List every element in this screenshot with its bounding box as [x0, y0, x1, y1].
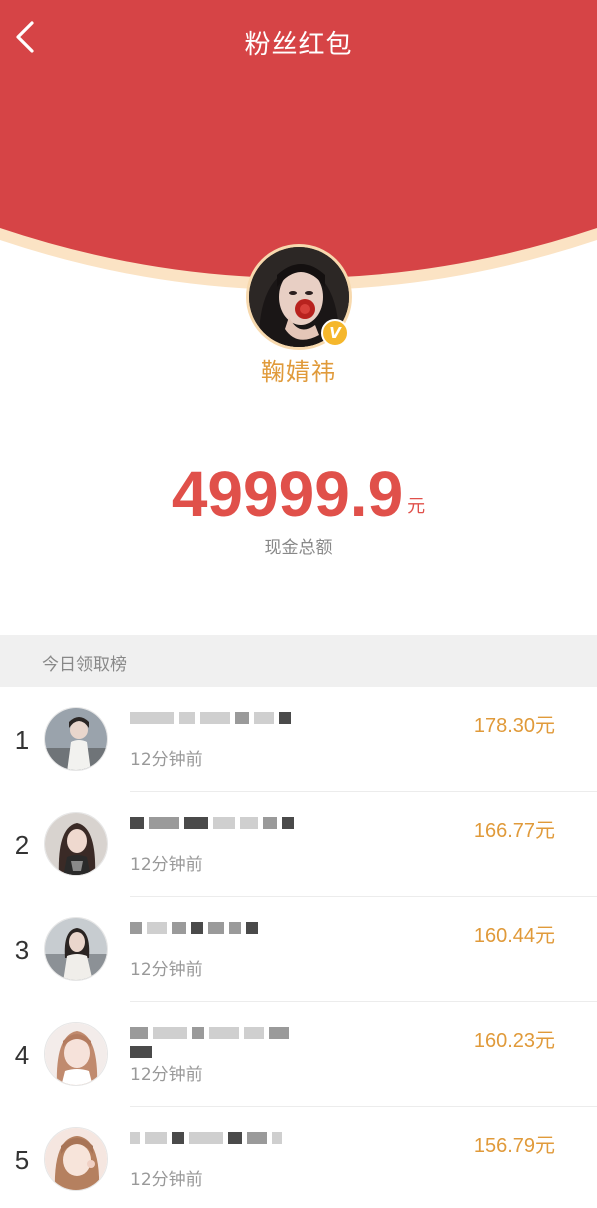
cash-total-label: 现金总额: [264, 538, 333, 558]
list-item[interactable]: 3 12分钟前 160.44元: [0, 897, 597, 1002]
avatar[interactable]: [44, 1022, 108, 1086]
rank-number: 5: [14, 1145, 30, 1175]
claim-time: 12分钟前: [130, 1170, 203, 1190]
rank-number: 4: [14, 1040, 30, 1070]
avatar-image: [45, 813, 107, 875]
list-item[interactable]: 4 12分钟前 160.23元: [0, 1002, 597, 1107]
claim-amount: 156.79元: [473, 1135, 555, 1157]
masked-username: [130, 917, 320, 941]
list-item[interactable]: 1 12分钟前 178.30元: [0, 687, 597, 792]
cash-total-amount: 49999.9: [171, 458, 404, 530]
avatar-image: [45, 708, 107, 770]
avatar[interactable]: [44, 812, 108, 876]
avatar[interactable]: [44, 707, 108, 771]
rank-number: 1: [14, 725, 30, 755]
rank-number: 3: [14, 935, 30, 965]
avatar-image: [45, 1128, 107, 1190]
claim-time: 12分钟前: [130, 960, 203, 980]
masked-username: [130, 1127, 320, 1151]
cash-amount-row: 49999.9 元: [0, 462, 597, 526]
masked-username: [130, 1022, 320, 1058]
claim-amount: 160.44元: [473, 925, 555, 947]
cash-unit: 元: [407, 496, 426, 517]
avatar[interactable]: [44, 917, 108, 981]
claim-time: 12分钟前: [130, 1065, 203, 1085]
claim-amount: 166.77元: [473, 820, 555, 842]
claim-time: 12分钟前: [130, 750, 203, 770]
leaderboard-header: 今日领取榜: [0, 635, 597, 687]
list-item[interactable]: 2 12分钟前 166.77元: [0, 792, 597, 897]
claim-time: 12分钟前: [130, 855, 203, 875]
claim-amount: 160.23元: [473, 1030, 555, 1052]
leaderboard-list: 1 12分钟前 178.30元 2 12分钟前 166.77元 3 12分钟前 …: [0, 687, 597, 1208]
leaderboard-title: 今日领取榜: [42, 655, 127, 675]
page-title: 粉丝红包: [244, 30, 353, 60]
verified-badge-icon: V: [321, 319, 349, 347]
masked-username: [130, 707, 320, 731]
masked-username: [130, 812, 320, 836]
rank-number: 2: [14, 830, 30, 860]
avatar-image: [45, 918, 107, 980]
claim-amount: 178.30元: [473, 715, 555, 737]
creator-name[interactable]: 鞠婧祎: [0, 352, 597, 387]
avatar[interactable]: [44, 1127, 108, 1191]
list-item[interactable]: 5 12分钟前 156.79元: [0, 1107, 597, 1208]
avatar-image: [45, 1023, 107, 1085]
